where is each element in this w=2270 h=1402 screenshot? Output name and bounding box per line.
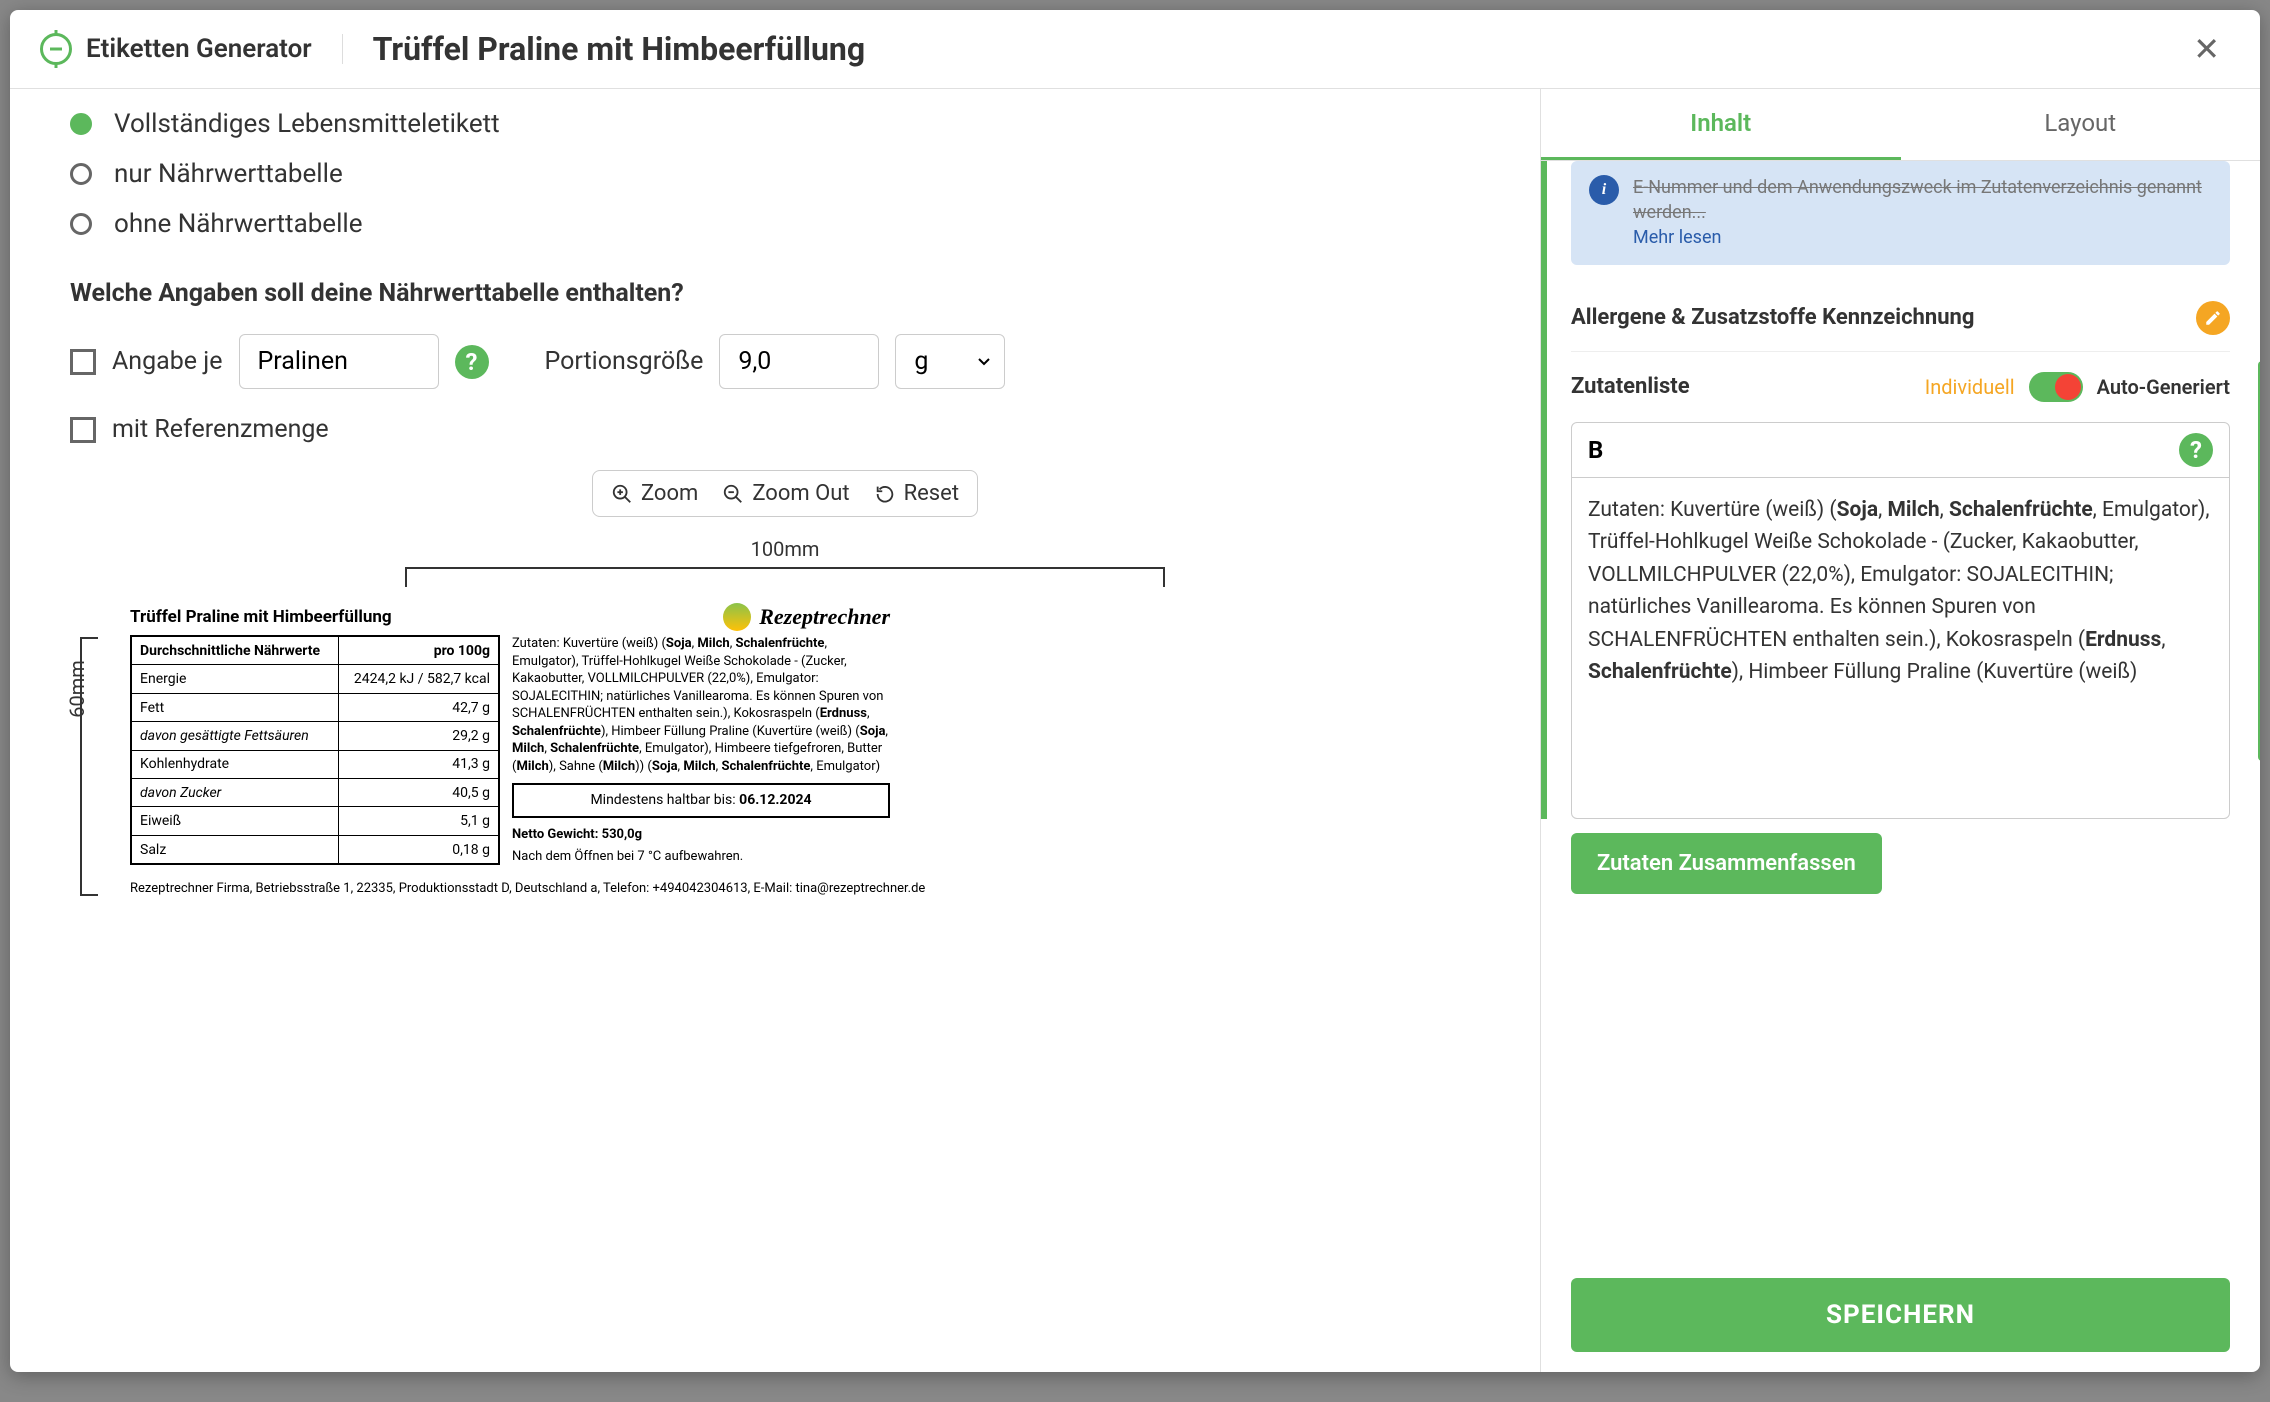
portion-size-input[interactable] [719,334,879,389]
nutrition-question: Welche Angaben soll deine Nährwerttabell… [70,279,1500,308]
ingredients-editor: B ? Zutaten: Kuvertüre (weiß) (Soja, Mil… [1571,422,2230,819]
zoom-in-button[interactable]: Zoom [611,481,698,506]
per-serving-checkbox[interactable] [70,349,96,375]
info-box: i E-Nummer und dem Anwendungszweck im Zu… [1571,161,2230,265]
ingredients-mode-toggle[interactable] [2029,372,2083,402]
mode-auto[interactable]: Auto-Generiert [2097,375,2230,399]
label-preview: Trüffel Praline mit Himbeerfüllung Rezep… [130,603,890,865]
bold-button[interactable]: B [1588,436,1603,464]
label-generator-modal: Etiketten Generator Trüffel Praline mit … [10,10,2260,1372]
allergen-section-header: Allergene & Zusatzstoffe Kennzeichnung [1571,285,2230,352]
edit-allergen-button[interactable] [2196,301,2230,335]
summarize-ingredients-button[interactable]: Zutaten Zusammenfassen [1571,833,1882,894]
info-icon: i [1589,175,1619,205]
nutrition-table: Durchschnittliche Nährwertepro 100gEnerg… [130,635,500,865]
tab-layout[interactable]: Layout [1901,89,2261,160]
radio-circle [70,113,92,135]
left-panel: Vollständiges Lebensmitteletikettnur Näh… [10,89,1540,1372]
radio-option-0[interactable]: Vollständiges Lebensmitteletikett [70,99,1500,149]
radio-option-1[interactable]: nur Nährwerttabelle [70,149,1500,199]
reset-button[interactable]: Reset [874,481,959,506]
scroll-indicator [1541,161,1547,819]
best-before-box: Mindestens haltbar bis: 06.12.2024 [512,783,890,818]
portion-unit-select[interactable]: g [895,334,1005,389]
preview-title: Trüffel Praline mit Himbeerfüllung [130,607,392,627]
tab-content[interactable]: Inhalt [1541,89,1901,160]
right-scrollbar[interactable] [2258,361,2260,761]
company-info: Rezeptrechner Firma, Betriebsstraße 1, 2… [130,881,1500,896]
radio-option-2[interactable]: ohne Nährwerttabelle [70,199,1500,249]
preview-ingredients: Zutaten: Kuvertüre (weiß) (Soja, Milch, … [512,635,890,775]
brand-logo: Rezeptrechner [723,603,890,631]
per-serving-label: Angabe je [112,347,223,376]
save-button[interactable]: SPEICHERN [1571,1278,2230,1352]
width-dimension: 100mm [70,537,1500,561]
per-serving-input[interactable] [239,334,439,389]
modal-header: Etiketten Generator Trüffel Praline mit … [10,10,2260,89]
zoom-out-button[interactable]: Zoom Out [722,481,849,506]
brand-icon [723,603,751,631]
editor-help-icon[interactable]: ? [2179,433,2213,467]
reference-checkbox[interactable] [70,417,96,443]
ingredients-textarea[interactable]: Zutaten: Kuvertüre (weiß) (Soja, Milch, … [1572,478,2229,818]
generator-title: Etiketten Generator [86,34,343,64]
right-content: i E-Nummer und dem Anwendungszweck im Zu… [1541,161,2260,1258]
info-text: E-Nummer und dem Anwendungszweck im Zuta… [1633,175,2212,251]
radio-circle [70,213,92,235]
storage-info: Nach dem Öffnen bei 7 °C aufbewahren. [512,848,890,866]
help-icon[interactable]: ? [455,345,489,379]
height-bracket [80,637,98,896]
zoom-toolbar: Zoom Zoom Out Reset [70,470,1500,517]
ingredients-mode-row: Zutatenliste Individuell Auto-Generiert [1571,352,2230,422]
right-panel: Inhalt Layout i E-Nummer und dem Anwendu… [1540,89,2260,1372]
radio-circle [70,163,92,185]
reference-label: mit Referenzmenge [112,415,329,444]
label-preview-area: 100mm 60mm Trüffel Praline mit Himbeerfü… [70,537,1500,896]
generator-icon [40,33,72,65]
mode-individual[interactable]: Individuell [1925,375,2015,399]
product-title: Trüffel Praline mit Himbeerfüllung [343,30,865,68]
label-type-radios: Vollständiges Lebensmitteletikettnur Näh… [70,99,1500,249]
net-weight: Netto Gewicht: 530,0g [512,826,890,844]
width-bracket [405,567,1165,587]
more-link[interactable]: Mehr lesen [1633,227,1721,248]
close-button[interactable]: ✕ [2183,30,2230,68]
right-tabs: Inhalt Layout [1541,89,2260,161]
portion-label: Portionsgröße [545,347,704,376]
